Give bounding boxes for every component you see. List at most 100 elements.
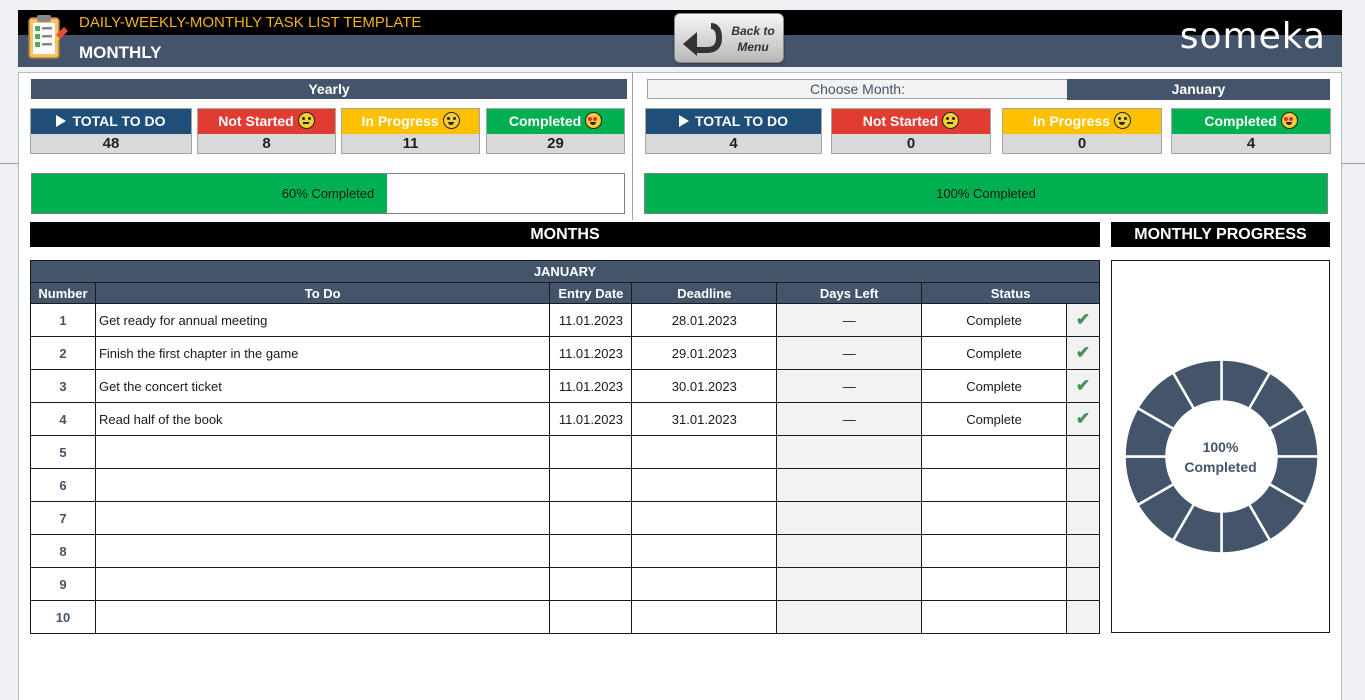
row-entry-date[interactable]: 11.01.2023 (549, 369, 633, 403)
row-status[interactable] (921, 501, 1067, 535)
row-number[interactable]: 4 (30, 402, 96, 436)
row-todo[interactable] (94, 534, 551, 568)
progress-donut-chart (1123, 358, 1320, 555)
back-arrow-icon (683, 23, 723, 56)
row-days-left[interactable]: — (776, 303, 923, 337)
table-row[interactable]: 4 Read half of the book 11.01.2023 31.01.20… (30, 402, 1101, 436)
row-todo[interactable] (94, 435, 551, 469)
row-number[interactable]: 2 (30, 336, 96, 370)
row-todo[interactable]: Read half of the book (94, 402, 551, 436)
table-row[interactable]: 8 (30, 534, 1101, 568)
header: DAILY-WEEKLY-MONTHLY TASK LIST TEMPLATE … (18, 10, 1342, 67)
row-number[interactable]: 5 (30, 435, 96, 469)
row-days-left[interactable]: — (776, 336, 923, 370)
yearly-total-value: 48 (31, 134, 191, 153)
row-status[interactable]: Complete (921, 336, 1067, 370)
row-deadline[interactable]: 30.01.2023 (631, 369, 778, 403)
row-entry-date[interactable]: 11.01.2023 (549, 303, 633, 337)
table-row[interactable]: 7 (30, 501, 1101, 535)
row-deadline[interactable]: 31.01.2023 (631, 402, 778, 436)
monthly-progress-bar: 100% Completed (644, 173, 1328, 214)
row-deadline[interactable] (631, 501, 778, 535)
row-status[interactable]: Complete (921, 369, 1067, 403)
table-row[interactable]: 10 (30, 600, 1101, 634)
row-days-left[interactable]: — (776, 402, 923, 436)
row-status[interactable] (921, 468, 1067, 502)
row-status[interactable] (921, 600, 1067, 634)
row-status[interactable] (921, 567, 1067, 601)
row-entry-date[interactable]: 11.01.2023 (549, 336, 633, 370)
row-entry-date[interactable] (549, 534, 633, 568)
row-number[interactable]: 1 (30, 303, 96, 337)
row-number[interactable]: 7 (30, 501, 96, 535)
monthly-progress-panel: 100% Completed (1111, 260, 1330, 633)
monthly-in-progress-value: 0 (1003, 134, 1161, 153)
row-number[interactable]: 9 (30, 567, 96, 601)
play-icon (56, 115, 67, 127)
donut-percent: 100% (1202, 439, 1239, 455)
row-days-left[interactable] (776, 501, 923, 535)
row-todo[interactable]: Get the concert ticket (94, 369, 551, 403)
row-status-check-icon (1065, 567, 1101, 601)
row-todo[interactable] (94, 567, 551, 601)
row-deadline[interactable]: 29.01.2023 (631, 336, 778, 370)
row-todo[interactable] (94, 600, 551, 634)
row-entry-date[interactable]: 11.01.2023 (549, 402, 633, 436)
row-days-left[interactable] (776, 435, 923, 469)
month-title: JANUARY (30, 260, 1100, 283)
choose-month-label: Choose Month: (647, 79, 1068, 99)
row-entry-date[interactable] (549, 600, 633, 634)
yearly-band: Yearly (31, 79, 627, 99)
month-select[interactable]: January (1067, 79, 1330, 100)
yearly-total-card: TOTAL TO DO 48 (30, 108, 192, 154)
table-row[interactable]: 3 Get the concert ticket 11.01.2023 30.01.2… (30, 369, 1101, 403)
row-status-check-icon: ✔ (1065, 402, 1101, 436)
row-number[interactable]: 8 (30, 534, 96, 568)
row-deadline[interactable] (631, 534, 778, 568)
row-days-left[interactable] (776, 600, 923, 634)
table-row[interactable]: 2 Finish the first chapter in the game 11.… (30, 336, 1101, 370)
row-days-left[interactable] (776, 567, 923, 601)
monthly-total-card: TOTAL TO DO 4 (645, 108, 822, 154)
row-entry-date[interactable] (549, 468, 633, 502)
row-todo[interactable]: Get ready for annual meeting (94, 303, 551, 337)
table-row[interactable]: 1 Get ready for annual meeting 11.01.2023 2… (30, 303, 1101, 337)
row-status[interactable]: Complete (921, 402, 1067, 436)
row-days-left[interactable] (776, 534, 923, 568)
table-row[interactable]: 9 (30, 567, 1101, 601)
row-todo[interactable] (94, 468, 551, 502)
table-row[interactable]: 5 (30, 435, 1101, 469)
play-icon (678, 115, 689, 127)
monthly-total-label: TOTAL TO DO (694, 113, 789, 129)
row-status[interactable] (921, 435, 1067, 469)
row-days-left[interactable] (776, 468, 923, 502)
row-todo[interactable]: Finish the first chapter in the game (94, 336, 551, 370)
row-number[interactable]: 3 (30, 369, 96, 403)
table-row[interactable]: 6 (30, 468, 1101, 502)
row-number[interactable]: 10 (30, 600, 96, 634)
row-deadline[interactable] (631, 567, 778, 601)
row-status-check-icon (1065, 534, 1101, 568)
row-entry-date[interactable] (549, 435, 633, 469)
row-status[interactable] (921, 534, 1067, 568)
yearly-in-progress-label: In Progress (361, 113, 439, 129)
row-todo[interactable] (94, 501, 551, 535)
yearly-in-progress-value: 11 (342, 134, 479, 153)
row-status[interactable]: Complete (921, 303, 1067, 337)
clipboard-checklist-icon (28, 15, 68, 59)
row-deadline[interactable] (631, 468, 778, 502)
row-days-left[interactable]: — (776, 369, 923, 403)
app-title: DAILY-WEEKLY-MONTHLY TASK LIST TEMPLATE (79, 14, 422, 31)
row-deadline[interactable] (631, 600, 778, 634)
monthly-total-value: 4 (646, 134, 821, 153)
row-deadline[interactable]: 28.01.2023 (631, 303, 778, 337)
row-deadline[interactable] (631, 435, 778, 469)
brand-logo: someka (1179, 16, 1326, 57)
row-entry-date[interactable] (549, 567, 633, 601)
monthly-not-started-value: 0 (832, 134, 990, 153)
yearly-progress-bar: 60% Completed (31, 173, 625, 214)
row-status-check-icon: ✔ (1065, 303, 1101, 337)
row-number[interactable]: 6 (30, 468, 96, 502)
row-entry-date[interactable] (549, 501, 633, 535)
back-to-menu-button[interactable]: Back to Menu (674, 13, 784, 63)
